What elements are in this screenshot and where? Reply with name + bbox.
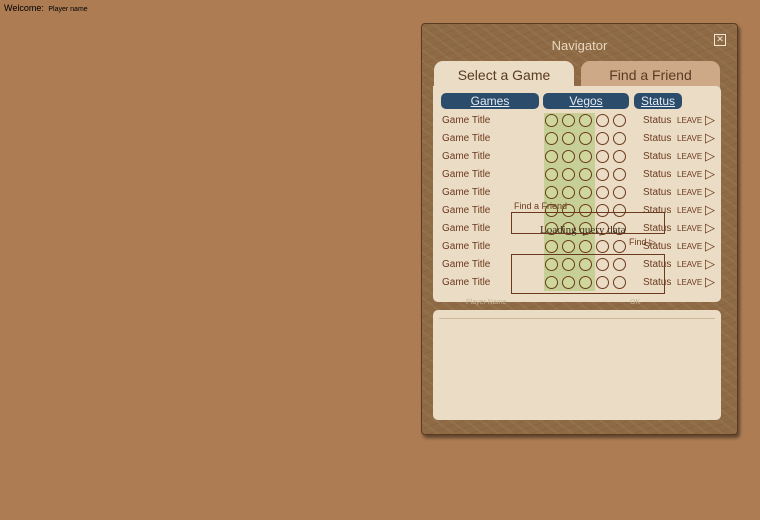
play-icon[interactable]: ▷ xyxy=(705,184,715,200)
vego-slot-icon xyxy=(545,114,558,127)
vego-slot-icon xyxy=(596,132,609,145)
table-row[interactable]: Game Title Status LEAVE ▷ xyxy=(433,166,721,185)
leave-button[interactable]: LEAVE xyxy=(677,224,702,233)
vego-slot-icon xyxy=(579,114,592,127)
leave-button[interactable]: LEAVE xyxy=(677,170,702,179)
vego-slot-icon xyxy=(596,240,609,253)
vego-slot-icon xyxy=(613,240,626,253)
vego-slot-icon xyxy=(613,114,626,127)
status-text: Status xyxy=(643,115,672,126)
leave-button[interactable]: LEAVE xyxy=(677,134,702,143)
panel-title: Navigator xyxy=(551,38,608,53)
find-friend-results xyxy=(511,254,665,294)
table-row[interactable]: Game Title Status LEAVE ▷ xyxy=(433,148,721,167)
vego-slot-icon xyxy=(562,114,575,127)
game-title: Game Title xyxy=(442,223,491,234)
play-icon[interactable]: ▷ xyxy=(705,112,715,128)
vego-slot-icon xyxy=(562,132,575,145)
play-arrow-icon: ▷ xyxy=(649,237,656,247)
game-title: Game Title xyxy=(442,205,491,216)
vego-slot-icon xyxy=(562,168,575,181)
status-column-header[interactable]: Status xyxy=(634,93,682,109)
play-icon[interactable]: ▷ xyxy=(705,274,715,290)
vego-slot-icon xyxy=(545,240,558,253)
close-icon[interactable]: ✕ xyxy=(714,34,726,46)
welcome-banner: Welcome: Player name xyxy=(4,3,88,13)
game-title: Game Title xyxy=(442,133,491,144)
game-title: Game Title xyxy=(442,187,491,198)
vego-slot-icon xyxy=(596,168,609,181)
game-title: Game Title xyxy=(442,115,491,126)
find-friend-label: Find a Friend xyxy=(514,201,568,211)
vego-slot-icon xyxy=(596,186,609,199)
leave-button[interactable]: LEAVE xyxy=(677,242,702,251)
chat-area[interactable] xyxy=(433,310,721,420)
game-title: Game Title xyxy=(442,151,491,162)
vego-slot-icon xyxy=(596,150,609,163)
status-text: Status xyxy=(643,169,672,180)
vego-slot-icon xyxy=(562,240,575,253)
tab-select-a-game[interactable]: Select a Game xyxy=(434,61,574,88)
vego-slot-icon xyxy=(579,240,592,253)
game-title: Game Title xyxy=(442,241,491,252)
vego-slot-icon xyxy=(613,132,626,145)
status-text: Status xyxy=(643,187,672,198)
game-list: Games Vegos Status Game Title Status LEAVE… xyxy=(433,86,721,302)
play-icon[interactable]: ▷ xyxy=(705,256,715,272)
ghost-ok: OK xyxy=(630,299,641,306)
player-name: Player name xyxy=(48,6,88,13)
table-row[interactable]: Game Title Status LEAVE ▷ xyxy=(433,112,721,131)
game-title: Game Title xyxy=(442,169,491,180)
status-text: Status xyxy=(643,133,672,144)
navigator-panel: Navigator ✕ Select a Game Find a Friend … xyxy=(421,23,738,435)
vegos-column-header[interactable]: Vegos xyxy=(543,93,629,109)
find-button-label: Find xyxy=(629,237,647,247)
play-icon[interactable]: ▷ xyxy=(705,130,715,146)
vego-slot-icon xyxy=(579,186,592,199)
games-column-header[interactable]: Games xyxy=(441,93,539,109)
vego-slot-icon xyxy=(545,132,558,145)
tab-find-a-friend[interactable]: Find a Friend xyxy=(581,61,720,88)
play-icon[interactable]: ▷ xyxy=(705,238,715,254)
vego-slot-icon xyxy=(545,168,558,181)
table-row[interactable]: Game Title Status LEAVE ▷ xyxy=(433,184,721,203)
vego-slot-icon xyxy=(562,186,575,199)
vego-slot-icon xyxy=(613,150,626,163)
status-text: Status xyxy=(643,151,672,162)
chat-divider xyxy=(439,318,715,319)
game-title: Game Title xyxy=(442,277,491,288)
find-button[interactable]: Find ▷ xyxy=(629,237,656,248)
leave-button[interactable]: LEAVE xyxy=(677,188,702,197)
vego-slot-icon xyxy=(596,114,609,127)
loading-text: Loading query data xyxy=(540,224,626,236)
vego-slot-icon xyxy=(545,186,558,199)
play-icon[interactable]: ▷ xyxy=(705,166,715,182)
play-icon[interactable]: ▷ xyxy=(705,220,715,236)
welcome-label: Welcome: xyxy=(4,3,44,13)
play-icon[interactable]: ▷ xyxy=(705,148,715,164)
ghost-player-name: Player Name xyxy=(466,299,507,306)
vego-slot-icon xyxy=(545,150,558,163)
play-icon[interactable]: ▷ xyxy=(705,202,715,218)
vego-slot-icon xyxy=(613,168,626,181)
game-title: Game Title xyxy=(442,259,491,270)
leave-button[interactable]: LEAVE xyxy=(677,206,702,215)
leave-button[interactable]: LEAVE xyxy=(677,260,702,269)
leave-button[interactable]: LEAVE xyxy=(677,152,702,161)
leave-button[interactable]: LEAVE xyxy=(677,116,702,125)
vego-slot-icon xyxy=(579,168,592,181)
vego-slot-icon xyxy=(613,186,626,199)
vego-slot-icon xyxy=(579,132,592,145)
vego-slot-icon xyxy=(562,150,575,163)
table-row[interactable]: Game Title Status LEAVE ▷ xyxy=(433,130,721,149)
vego-slot-icon xyxy=(579,150,592,163)
leave-button[interactable]: LEAVE xyxy=(677,278,702,287)
